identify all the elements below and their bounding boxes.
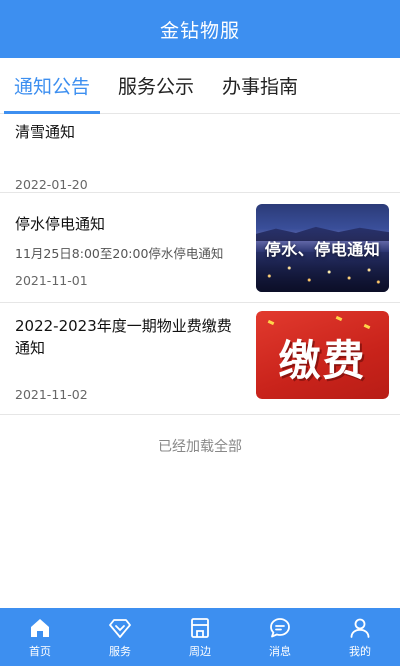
- app-header: 金钻物服: [0, 0, 400, 58]
- notice-item[interactable]: 停水停电通知 11月25日8:00至20:00停水停电通知 2021-11-01…: [0, 193, 400, 303]
- nav-label: 我的: [349, 644, 371, 658]
- nav-nearby[interactable]: 周边: [165, 616, 235, 659]
- notice-thumbnail[interactable]: 缴费: [256, 311, 389, 399]
- notice-title-line2: 通知: [15, 339, 46, 357]
- chat-icon: [268, 616, 292, 640]
- notice-subtitle: 11月25日8:00至20:00停水停电通知: [15, 246, 224, 261]
- thumbnail-caption: 缴费: [278, 336, 367, 385]
- tab-guide[interactable]: 办事指南: [208, 58, 312, 114]
- nav-profile[interactable]: 我的: [325, 616, 395, 659]
- nav-home[interactable]: 首页: [5, 616, 75, 659]
- nav-messages[interactable]: 消息: [245, 616, 315, 659]
- nav-label: 首页: [29, 644, 51, 658]
- load-all-text: 已经加载全部: [158, 439, 242, 455]
- tab-service-publicity[interactable]: 服务公示: [104, 58, 208, 114]
- app-screen: 金钻物服 通知公告 服务公示 办事指南 清雪通知 2022-01-20 停水停电…: [0, 0, 400, 666]
- header-title: 金钻物服: [159, 19, 240, 42]
- bottom-nav: 首页 服务 周边 消息 我的: [0, 608, 400, 666]
- notice-title: 停水停电通知: [15, 215, 106, 233]
- tab-bar: 通知公告 服务公示 办事指南: [0, 58, 400, 114]
- notice-thumbnail[interactable]: 停水、停电通知: [256, 204, 389, 292]
- notice-list: 清雪通知 2022-01-20 停水停电通知 11月25日8:00至20:00停…: [0, 115, 400, 415]
- store-icon: [188, 616, 212, 640]
- home-icon: [28, 616, 52, 640]
- tab-notices[interactable]: 通知公告: [0, 58, 104, 114]
- nav-service[interactable]: 服务: [85, 616, 155, 659]
- nav-label: 消息: [269, 644, 291, 658]
- thumbnail-caption: 停水、停电通知: [264, 240, 381, 259]
- notice-item[interactable]: 2022-2023年度一期物业费缴费 通知 2021-11-02 缴费: [0, 303, 400, 415]
- notice-title: 清雪通知: [15, 123, 76, 141]
- user-icon: [348, 616, 372, 640]
- notice-date: 2022-01-20: [15, 177, 88, 192]
- notice-date: 2021-11-02: [15, 387, 88, 402]
- notice-date: 2021-11-01: [15, 273, 88, 288]
- nav-label: 周边: [189, 644, 211, 658]
- notice-title-line1: 2022-2023年度一期物业费缴费: [15, 317, 232, 335]
- notice-item[interactable]: 清雪通知 2022-01-20: [0, 115, 400, 193]
- diamond-icon: [108, 616, 132, 640]
- nav-label: 服务: [109, 644, 131, 658]
